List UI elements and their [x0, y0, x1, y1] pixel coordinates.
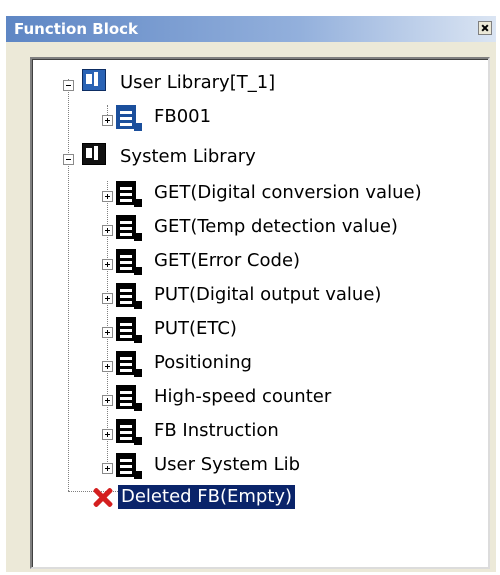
- function-block-icon: [116, 349, 142, 377]
- expand-icon[interactable]: [102, 395, 113, 406]
- function-block-icon: [116, 281, 142, 309]
- expand-icon[interactable]: [102, 361, 113, 372]
- system-library-icon: [80, 141, 106, 169]
- tree-node-label: GET(Error Code): [154, 250, 301, 271]
- expand-icon[interactable]: [102, 429, 113, 440]
- tree-node-fb-instruction[interactable]: FB Instruction: [100, 415, 480, 447]
- tree-node-user-library[interactable]: User Library[T_1]: [60, 67, 360, 99]
- function-block-icon: [116, 383, 142, 411]
- tree-node-get-digital-conversion[interactable]: GET(Digital conversion value): [100, 177, 480, 209]
- tree-node-fb001[interactable]: FB001: [100, 101, 300, 133]
- tree-node-label: Positioning: [154, 352, 252, 373]
- function-block-icon: [116, 315, 142, 343]
- panel-title: Function Block: [14, 20, 139, 38]
- tree-node-put-etc[interactable]: PUT(ETC): [100, 313, 480, 345]
- function-block-icon: [116, 451, 142, 479]
- user-library-icon: [80, 67, 106, 95]
- tree-node-system-library[interactable]: System Library: [60, 141, 360, 173]
- expand-icon[interactable]: [102, 225, 113, 236]
- close-icon[interactable]: [478, 21, 492, 35]
- tree-node-put-digital-output[interactable]: PUT(Digital output value): [100, 279, 480, 311]
- tree-node-user-system-lib[interactable]: User System Lib: [100, 449, 480, 481]
- expand-icon[interactable]: [102, 191, 113, 202]
- expand-icon[interactable]: [102, 327, 113, 338]
- function-block-icon: [116, 247, 142, 275]
- tree-node-label: PUT(Digital output value): [154, 284, 382, 305]
- tree-node-label: PUT(ETC): [154, 318, 237, 339]
- tree-node-label: User Library[T_1]: [120, 72, 276, 93]
- expand-icon[interactable]: [102, 293, 113, 304]
- expand-icon[interactable]: [102, 259, 113, 270]
- tree-node-label: User System Lib: [154, 454, 301, 475]
- delete-icon: [90, 485, 114, 509]
- collapse-icon[interactable]: [63, 154, 74, 165]
- tree-node-positioning[interactable]: Positioning: [100, 347, 480, 379]
- expand-icon[interactable]: [102, 463, 113, 474]
- panel-titlebar[interactable]: Function Block: [6, 16, 496, 42]
- tree-node-label: GET(Temp detection value): [154, 216, 398, 237]
- tree-node-get-temp-detection[interactable]: GET(Temp detection value): [100, 211, 480, 243]
- function-block-tree[interactable]: User Library[T_1] FB001 System Library G…: [30, 57, 490, 569]
- expand-icon[interactable]: [102, 115, 113, 126]
- tree-node-high-speed-counter[interactable]: High-speed counter: [100, 381, 480, 413]
- function-block-icon: [116, 103, 142, 131]
- tree-node-label: FB001: [154, 106, 212, 127]
- tree-node-label: System Library: [120, 146, 256, 167]
- collapse-icon[interactable]: [63, 80, 74, 91]
- tree-node-label: FB Instruction: [154, 420, 279, 441]
- tree-node-label: High-speed counter: [154, 386, 332, 407]
- function-block-icon: [116, 417, 142, 445]
- tree-node-label: Deleted FB(Empty): [118, 485, 296, 509]
- tree-node-get-error-code[interactable]: GET(Error Code): [100, 245, 480, 277]
- function-block-panel: Function Block User Library[T_1] FB001 S…: [6, 16, 496, 572]
- tree-node-label: GET(Digital conversion value): [154, 182, 422, 203]
- tree-node-deleted-fb[interactable]: Deleted FB(Empty): [88, 481, 388, 513]
- function-block-icon: [116, 213, 142, 241]
- function-block-icon: [116, 179, 142, 207]
